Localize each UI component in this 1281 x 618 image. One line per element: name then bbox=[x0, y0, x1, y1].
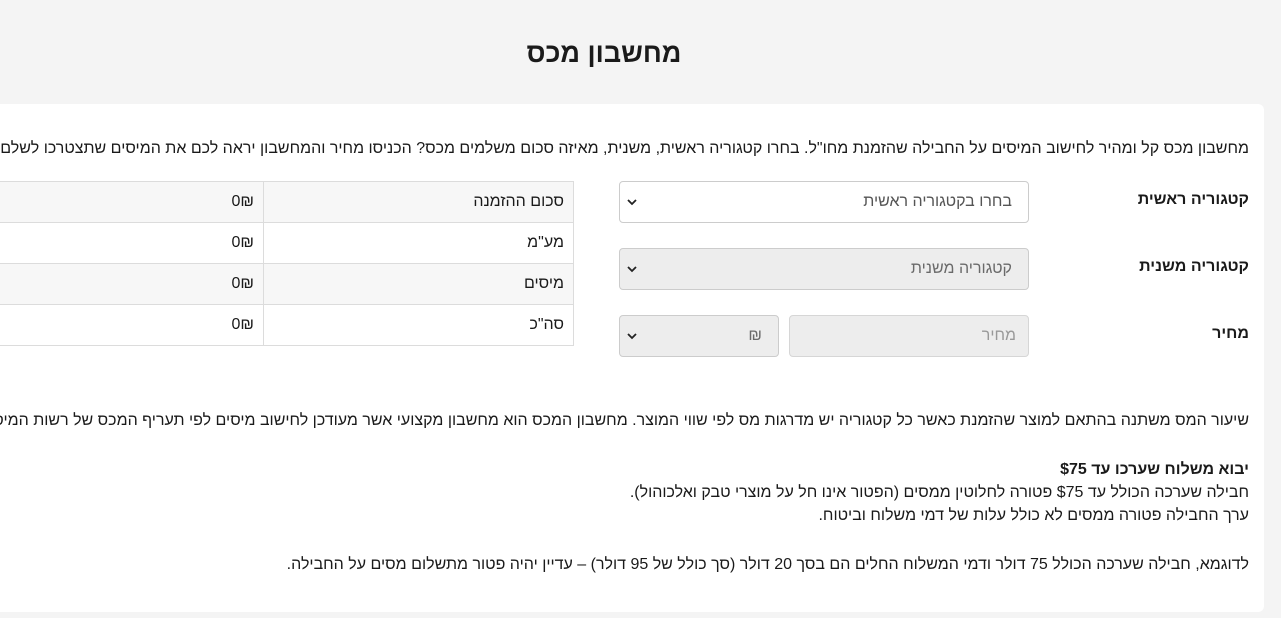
sub-category-select[interactable]: קטגוריה משנית bbox=[620, 248, 1030, 290]
currency-select[interactable]: ₪ bbox=[620, 315, 780, 357]
summary-value-order-total: 0₪ bbox=[0, 181, 265, 223]
summary-label-order-total: סכום ההזמנה bbox=[264, 181, 575, 223]
main-category-label: קטגוריה ראשית bbox=[1138, 191, 1250, 208]
currency-selected: ₪ bbox=[749, 327, 763, 344]
example-paragraph: לדוגמא, חבילה שערכה הכולל 75 דולר ודמי ה… bbox=[287, 556, 1250, 573]
exemption-line-2: ערך החבילה פטורה ממסים לא כולל עלות של ד… bbox=[819, 507, 1250, 524]
summary-value-taxes: 0₪ bbox=[0, 263, 265, 305]
table-row: מע"מ 0₪ bbox=[0, 222, 575, 264]
table-row: סה"כ 0₪ bbox=[0, 304, 575, 346]
price-input[interactable]: מחיר bbox=[790, 315, 1030, 357]
summary-label-taxes: מיסים bbox=[264, 263, 575, 305]
price-label: מחיר bbox=[1213, 325, 1250, 342]
summary-label-total: סה"כ bbox=[264, 304, 575, 346]
chevron-down-icon bbox=[628, 199, 638, 206]
table-row: מיסים 0₪ bbox=[0, 263, 575, 305]
sub-category-selected: קטגוריה משנית bbox=[911, 260, 1013, 277]
price-placeholder: מחיר bbox=[982, 327, 1017, 344]
main-category-select[interactable]: בחרו בקטגוריה ראשית bbox=[620, 181, 1030, 223]
summary-value-total: 0₪ bbox=[0, 304, 265, 346]
table-row: סכום ההזמנה 0₪ bbox=[0, 181, 575, 223]
intro-text: מחשבון מכס קל ומהיר לחישוב המיסים על החב… bbox=[0, 140, 1250, 157]
summary-value-vat: 0₪ bbox=[0, 222, 265, 264]
chevron-down-icon bbox=[628, 266, 638, 273]
page-title: מחשבון מכס bbox=[527, 38, 683, 68]
summary-label-vat: מע"מ bbox=[264, 222, 575, 264]
exemption-line-1: חבילה שערכה הכולל עד $75 פטורה לחלוטין מ… bbox=[630, 484, 1250, 501]
sub-category-label: קטגוריה משנית bbox=[1140, 258, 1250, 275]
main-category-selected: בחרו בקטגוריה ראשית bbox=[864, 193, 1013, 210]
exemption-heading: יבוא משלוח שערכו עד $75 bbox=[1061, 461, 1250, 478]
summary-table: סכום ההזמנה 0₪ מע"מ 0₪ מיסים 0₪ סה"כ 0₪ bbox=[0, 181, 575, 346]
tax-rate-paragraph: שיעור המס משתנה בהתאם למוצר שהזמנת כאשר … bbox=[0, 412, 1250, 429]
chevron-down-icon bbox=[628, 333, 638, 340]
